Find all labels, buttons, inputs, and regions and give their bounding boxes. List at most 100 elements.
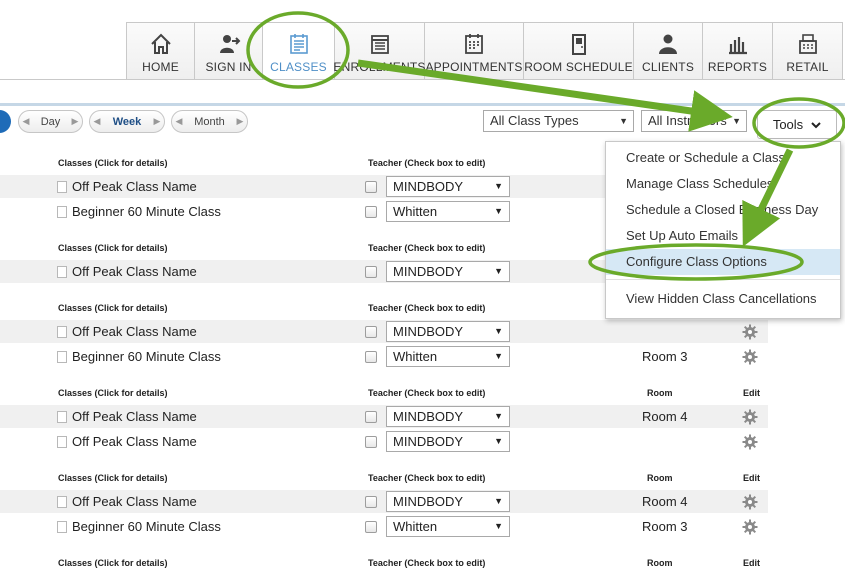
- teacher-column-header: Teacher (Check box to edit): [368, 388, 486, 398]
- tab-enrollments[interactable]: ENROLLMENTS: [333, 23, 426, 79]
- teacher-value: MINDBODY: [393, 434, 464, 449]
- room-column-header: Room: [647, 473, 673, 483]
- class-name-link[interactable]: Beginner 60 Minute Class: [72, 519, 221, 534]
- gear-icon[interactable]: [742, 324, 758, 340]
- class-name-link[interactable]: Off Peak Class Name: [72, 494, 197, 509]
- clients-icon: [659, 34, 677, 54]
- caret-down-icon: ▼: [494, 411, 503, 421]
- room-column-header: Room: [647, 558, 673, 568]
- class-name-link[interactable]: Off Peak Class Name: [72, 179, 197, 194]
- tab-sign-in[interactable]: SIGN IN: [195, 23, 263, 79]
- menu-item-manage-schedules[interactable]: Manage Class Schedules: [606, 171, 840, 197]
- nav-divider: [0, 79, 845, 80]
- teacher-select[interactable]: MINDBODY ▼: [386, 261, 510, 282]
- tab-home[interactable]: HOME: [127, 23, 195, 79]
- edit-teacher-checkbox[interactable]: [365, 496, 377, 508]
- tools-button[interactable]: Tools: [757, 110, 837, 139]
- class-name-link[interactable]: Beginner 60 Minute Class: [72, 204, 221, 219]
- teacher-value: Whitten: [393, 349, 438, 364]
- week-view-button[interactable]: ◀ Week ▶: [89, 110, 165, 133]
- class-name-link[interactable]: Off Peak Class Name: [72, 434, 197, 449]
- class-name-link[interactable]: Off Peak Class Name: [72, 409, 197, 424]
- edit-teacher-checkbox[interactable]: [365, 206, 377, 218]
- month-label: Month: [194, 115, 225, 128]
- retail-icon: [798, 34, 817, 54]
- gear-icon[interactable]: [742, 434, 758, 450]
- edit-teacher-checkbox[interactable]: [365, 266, 377, 278]
- teacher-select[interactable]: Whitten ▼: [386, 346, 510, 367]
- tab-clients[interactable]: CLIENTS: [634, 23, 703, 79]
- caret-down-icon: ▼: [494, 521, 503, 531]
- edit-teacher-checkbox[interactable]: [365, 411, 377, 423]
- class-name-link[interactable]: Off Peak Class Name: [72, 264, 197, 279]
- tab-label: APPOINTMENTS: [425, 60, 523, 74]
- caret-down-icon: ▼: [494, 206, 503, 216]
- menu-item-auto-emails[interactable]: Set Up Auto Emails: [606, 223, 840, 249]
- tab-label: HOME: [142, 60, 179, 74]
- gear-icon[interactable]: [742, 519, 758, 535]
- teacher-select[interactable]: Whitten ▼: [386, 201, 510, 222]
- class-types-value: All Class Types: [490, 113, 579, 128]
- room-value: Room 4: [642, 409, 688, 424]
- month-view-button[interactable]: ◀ Month ▶: [171, 110, 248, 133]
- menu-item-create-class[interactable]: Create or Schedule a Class: [606, 145, 840, 171]
- caret-down-icon: ▼: [732, 116, 741, 126]
- week-label: Week: [112, 115, 142, 128]
- table-row: Off Peak Class Name MINDBODY ▼ Room 4: [0, 490, 768, 513]
- classes-column-header: Classes (Click for details): [58, 473, 168, 483]
- edit-teacher-checkbox[interactable]: [365, 351, 377, 363]
- teacher-select[interactable]: Whitten ▼: [386, 516, 510, 537]
- gear-icon[interactable]: [742, 409, 758, 425]
- document-icon: [57, 181, 67, 193]
- teacher-select[interactable]: MINDBODY ▼: [386, 321, 510, 342]
- chevron-left-icon: ◀: [22, 116, 30, 126]
- room-value: Room 3: [642, 519, 688, 534]
- edit-teacher-checkbox[interactable]: [365, 181, 377, 193]
- edit-teacher-checkbox[interactable]: [365, 326, 377, 338]
- gear-icon[interactable]: [742, 349, 758, 365]
- class-name-link[interactable]: Off Peak Class Name: [72, 324, 197, 339]
- edit-teacher-checkbox[interactable]: [365, 521, 377, 533]
- teacher-select[interactable]: MINDBODY ▼: [386, 406, 510, 427]
- caret-down-icon: ▼: [494, 326, 503, 336]
- menu-item-hidden-cancellations[interactable]: View Hidden Class Cancellations: [606, 286, 840, 312]
- chevron-down-icon: [811, 121, 821, 128]
- sign-in-icon: [219, 35, 240, 53]
- classes-column-header: Classes (Click for details): [58, 303, 168, 313]
- tab-room-schedule[interactable]: ROOM SCHEDULE: [524, 23, 634, 79]
- content-divider: [0, 103, 845, 106]
- menu-item-closed-business-day[interactable]: Schedule a Closed Business Day: [606, 197, 840, 223]
- tab-label: ENROLLMENTS: [333, 60, 426, 74]
- instructors-value: All Instructors: [648, 113, 727, 128]
- classes-column-header: Classes (Click for details): [58, 388, 168, 398]
- classes-column-header: Classes (Click for details): [58, 558, 168, 568]
- enrollments-icon: [370, 35, 389, 54]
- prev-period-button[interactable]: [0, 110, 11, 133]
- table-row: Off Peak Class Name MINDBODY ▼: [0, 320, 768, 343]
- edit-column-header: Edit: [743, 388, 760, 398]
- caret-down-icon: ▼: [494, 266, 503, 276]
- document-icon: [57, 206, 67, 218]
- tab-reports[interactable]: REPORTS: [703, 23, 773, 79]
- edit-teacher-checkbox[interactable]: [365, 436, 377, 448]
- instructors-select[interactable]: All Instructors ▼: [641, 110, 747, 132]
- tab-label: REPORTS: [707, 60, 768, 74]
- room-value: Room 4: [642, 494, 688, 509]
- tab-classes[interactable]: CLASSES: [263, 23, 335, 79]
- teacher-select[interactable]: MINDBODY ▼: [386, 176, 510, 197]
- day-view-button[interactable]: ◀ Day ▶: [18, 110, 83, 133]
- menu-item-configure-class-options[interactable]: Configure Class Options: [606, 249, 840, 275]
- document-icon: [57, 496, 67, 508]
- tab-label: SIGN IN: [205, 60, 252, 74]
- tab-appointments[interactable]: APPOINTMENTS: [425, 23, 524, 79]
- tools-label: Tools: [772, 117, 804, 132]
- gear-icon[interactable]: [742, 494, 758, 510]
- tab-retail[interactable]: RETAIL: [773, 23, 843, 79]
- teacher-select[interactable]: MINDBODY ▼: [386, 431, 510, 452]
- room-column-header: Room: [647, 388, 673, 398]
- document-icon: [57, 411, 67, 423]
- class-name-link[interactable]: Beginner 60 Minute Class: [72, 349, 221, 364]
- teacher-column-header: Teacher (Check box to edit): [368, 303, 486, 313]
- teacher-select[interactable]: MINDBODY ▼: [386, 491, 510, 512]
- class-types-select[interactable]: All Class Types ▼: [483, 110, 634, 132]
